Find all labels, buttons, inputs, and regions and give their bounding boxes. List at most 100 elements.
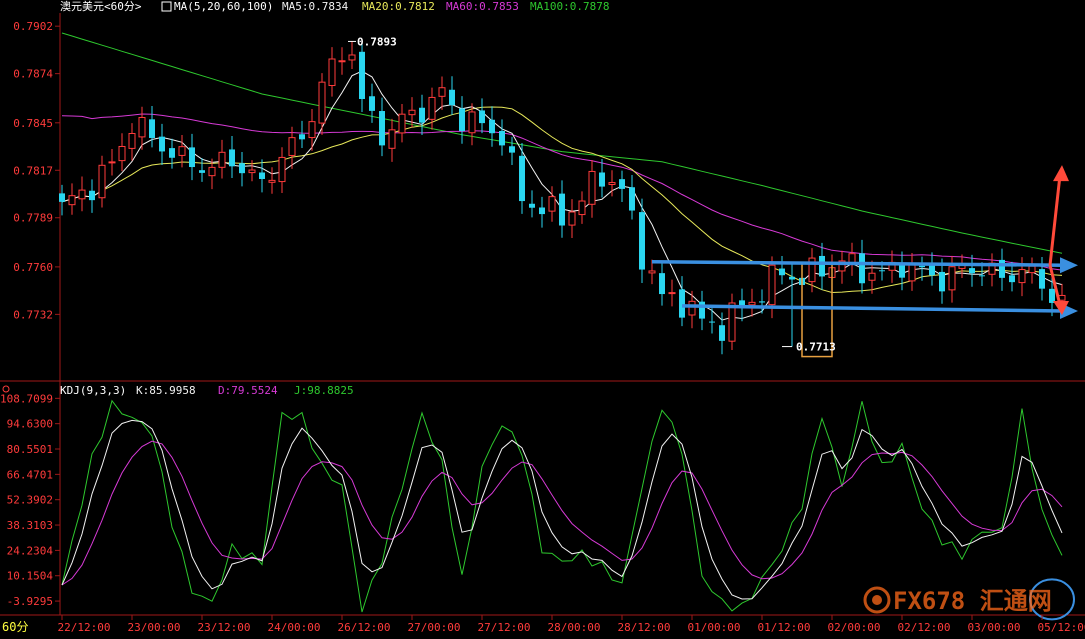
candle[interactable] — [108, 148, 116, 176]
candle-body — [379, 111, 385, 146]
date-tick-label: 01/00:00 — [688, 621, 741, 634]
candle-body — [248, 169, 256, 174]
candle[interactable] — [398, 104, 406, 143]
candle-body — [948, 266, 956, 291]
candle[interactable] — [78, 176, 86, 212]
candle[interactable] — [268, 167, 276, 194]
candle[interactable] — [529, 190, 535, 218]
date-tick-label: 28/12:00 — [618, 621, 671, 634]
candle[interactable] — [699, 290, 705, 331]
candle[interactable] — [539, 196, 545, 228]
low-price-label: 0.7713 — [796, 341, 836, 354]
candle[interactable] — [218, 139, 226, 179]
candle[interactable] — [318, 73, 326, 135]
candle-body — [318, 81, 326, 124]
candle[interactable] — [278, 147, 286, 193]
indicator-settings-icon[interactable] — [2, 385, 10, 393]
instrument-title: 澳元美元<60分> — [60, 0, 142, 13]
high-price-label: 0.7893 — [357, 35, 397, 48]
candle[interactable] — [779, 256, 785, 285]
candle[interactable] — [728, 293, 736, 351]
candle[interactable] — [438, 76, 446, 110]
candle-body — [199, 170, 205, 173]
candle[interactable] — [479, 98, 485, 134]
candle[interactable] — [969, 254, 975, 287]
candle[interactable] — [619, 170, 625, 203]
candle-body — [268, 179, 276, 183]
candle-body — [288, 137, 296, 156]
candle[interactable] — [599, 158, 605, 198]
candle[interactable] — [958, 254, 966, 278]
candle[interactable] — [668, 279, 676, 307]
candle[interactable] — [199, 158, 205, 182]
candle-body — [819, 255, 825, 277]
candle[interactable] — [559, 180, 565, 238]
candle[interactable] — [98, 155, 106, 208]
kdj-tick-label: 94.6300 — [7, 418, 53, 431]
price-tick-label: 0.7902 — [13, 20, 53, 33]
candle[interactable] — [899, 251, 905, 291]
candle[interactable] — [388, 118, 396, 162]
candle[interactable] — [489, 106, 495, 147]
candle[interactable] — [819, 242, 825, 290]
candle[interactable] — [459, 96, 465, 144]
candle[interactable] — [588, 160, 596, 218]
candle[interactable] — [988, 253, 996, 287]
candle[interactable] — [808, 248, 816, 293]
candle[interactable] — [838, 250, 846, 284]
candle[interactable] — [519, 143, 525, 214]
candle[interactable] — [848, 242, 856, 276]
candle-body — [719, 325, 725, 341]
candle-body — [1018, 269, 1026, 284]
candle[interactable] — [128, 123, 136, 161]
candle[interactable] — [189, 133, 195, 181]
candle[interactable] — [509, 136, 515, 166]
candle[interactable] — [748, 288, 756, 317]
kdj-legend: KDJ(9,3,3) K:85.9958 D:79.5524 J:98.8825 — [2, 384, 354, 397]
candle[interactable] — [379, 97, 385, 157]
candle[interactable] — [568, 199, 576, 239]
candle-body — [229, 149, 235, 167]
candle[interactable] — [419, 94, 425, 135]
candle[interactable] — [629, 174, 635, 220]
candle-body — [919, 265, 925, 268]
candle[interactable] — [229, 135, 235, 179]
candle-body — [578, 200, 586, 216]
candle[interactable] — [688, 290, 696, 329]
candle[interactable] — [89, 179, 95, 213]
candle-body — [278, 156, 286, 183]
candle-body — [639, 212, 645, 270]
candle[interactable] — [308, 109, 316, 151]
candle[interactable] — [348, 41, 356, 70]
candle[interactable] — [239, 152, 245, 187]
candle[interactable] — [299, 120, 305, 149]
kdj-tick-label: 108.7099 — [0, 392, 53, 405]
candle[interactable] — [908, 253, 916, 291]
candle[interactable] — [1028, 257, 1036, 284]
ma5-value: MA5:0.7834 — [282, 0, 349, 13]
candle[interactable] — [759, 289, 765, 314]
candle-body — [939, 271, 945, 292]
candle[interactable] — [328, 47, 336, 97]
candle[interactable] — [169, 138, 175, 169]
candle[interactable] — [578, 191, 586, 224]
k-value: K:85.9958 — [136, 384, 196, 397]
candle[interactable] — [499, 119, 505, 156]
candle[interactable] — [449, 76, 455, 116]
candle-body — [419, 107, 425, 123]
candle[interactable] — [659, 263, 665, 306]
period-label[interactable]: 60分 — [2, 620, 28, 634]
candle[interactable] — [118, 133, 126, 172]
candle-body — [259, 172, 265, 180]
chart-canvas: 0.7902 0.7874 0.7845 0.7817 0.7789 0.7760 0.77… — [0, 0, 1085, 634]
candle[interactable] — [259, 159, 265, 193]
candle[interactable] — [999, 248, 1005, 291]
candle[interactable] — [359, 42, 365, 113]
candle-body — [859, 253, 865, 284]
candle[interactable] — [68, 183, 76, 215]
candle[interactable] — [159, 123, 165, 165]
candle[interactable] — [548, 186, 556, 222]
candle[interactable] — [929, 252, 935, 286]
candle[interactable] — [338, 47, 346, 75]
candle[interactable] — [859, 239, 865, 294]
